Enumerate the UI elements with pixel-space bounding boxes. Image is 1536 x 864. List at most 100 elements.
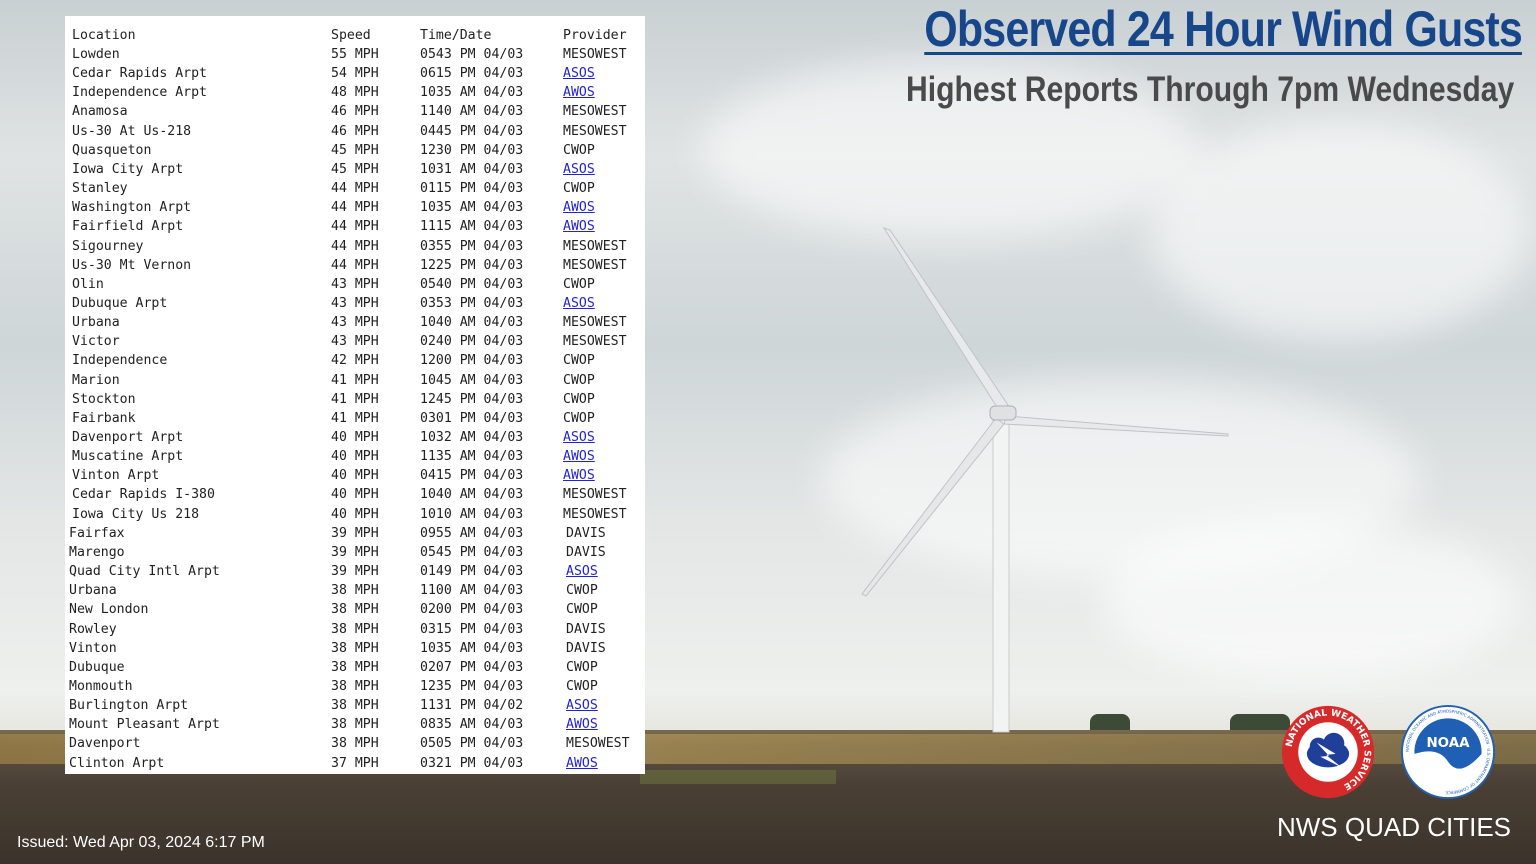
location-cell: New London — [69, 602, 149, 618]
provider-link[interactable]: ASOS — [563, 160, 595, 179]
location-cell: Quad City Intl Arpt — [69, 564, 220, 580]
provider-link[interactable]: AWOS — [563, 83, 595, 102]
time-date-cell: 1031 AM 04/03 — [420, 161, 524, 177]
table-row: Washington Arpt 44 MPH 1035 AM 04/03 AWOS — [65, 198, 645, 217]
location-cell: Urbana — [72, 315, 120, 331]
time-date-cell: 1035 AM 04/03 — [420, 640, 524, 656]
time-date-cell: 0200 PM 04/03 — [420, 602, 524, 618]
provider-cell: DAVIS — [566, 544, 606, 560]
provider-cell: CWOP — [566, 583, 598, 599]
provider-link[interactable]: AWOS — [563, 466, 595, 485]
time-date-cell: 1235 PM 04/03 — [420, 678, 524, 694]
speed-cell: 38 MPH — [331, 698, 379, 714]
location-cell: Vinton — [69, 640, 117, 656]
time-date-cell: 1010 AM 04/03 — [420, 506, 524, 522]
table-row: Marion 41 MPH 1045 AM 04/03 CWOP — [65, 371, 645, 390]
speed-cell: 40 MPH — [331, 468, 379, 484]
provider-cell: CWOP — [563, 372, 595, 388]
table-row: Davenport Arpt 40 MPH 1032 AM 04/03 ASOS — [65, 428, 645, 447]
location-cell: Monmouth — [69, 678, 133, 694]
table-row: Fairbank 41 MPH 0301 PM 04/03 CWOP — [65, 409, 645, 428]
location-cell: Clinton Arpt — [69, 755, 165, 771]
location-cell: Iowa City Arpt — [72, 161, 184, 177]
time-date-cell: 1035 AM 04/03 — [420, 85, 524, 101]
provider-link[interactable]: AWOS — [566, 715, 598, 734]
speed-cell: 37 MPH — [331, 755, 379, 771]
speed-cell: 48 MPH — [331, 85, 379, 101]
provider-link[interactable]: ASOS — [563, 64, 595, 83]
speed-cell: 43 MPH — [331, 334, 379, 350]
column-header-provider: Provider — [563, 28, 627, 43]
table-row: Burlington Arpt 38 MPH 1131 PM 04/02 ASOS — [65, 696, 645, 715]
speed-cell: 43 MPH — [331, 276, 379, 292]
table-row: Independence Arpt 48 MPH 1035 AM 04/03 AWOS — [65, 83, 645, 102]
table-row: Victor 43 MPH 0240 PM 04/03 MESOWEST — [65, 332, 645, 351]
wind-gust-table: Location Speed Time/Date Provider Lowden… — [65, 16, 645, 774]
speed-cell: 44 MPH — [331, 200, 379, 216]
location-cell: Us-30 Mt Vernon — [72, 257, 192, 273]
time-date-cell: 0835 AM 04/03 — [420, 717, 524, 733]
time-date-cell: 1245 PM 04/03 — [420, 391, 524, 407]
speed-cell: 38 MPH — [331, 736, 379, 752]
speed-cell: 42 MPH — [331, 353, 379, 369]
provider-link[interactable]: ASOS — [566, 562, 598, 581]
table-row: Sigourney 44 MPH 0355 PM 04/03 MESOWEST — [65, 237, 645, 256]
speed-cell: 41 MPH — [331, 372, 379, 388]
table-row: Us-30 Mt Vernon 44 MPH 1225 PM 04/03 MESOWE… — [65, 256, 645, 275]
table-row: Us-30 At Us-218 46 MPH 0445 PM 04/03 MESOWE… — [65, 122, 645, 141]
time-date-cell: 0445 PM 04/03 — [420, 123, 524, 139]
provider-link[interactable]: AWOS — [563, 217, 595, 236]
time-date-cell: 1032 AM 04/03 — [420, 430, 524, 445]
time-date-cell: 1045 AM 04/03 — [420, 372, 524, 388]
provider-cell: MESOWEST — [563, 104, 627, 120]
table-row: Cedar Rapids I-380 40 MPH 1040 AM 04/03 MES… — [65, 485, 645, 504]
time-date-cell: 0321 PM 04/03 — [420, 755, 524, 771]
time-date-cell: 1040 AM 04/03 — [420, 487, 524, 503]
provider-cell: MESOWEST — [563, 334, 627, 350]
table-row: Quad City Intl Arpt 39 MPH 0149 PM 04/03 AS… — [65, 562, 645, 581]
column-header-time-date: Time/Date — [420, 28, 492, 43]
column-header-location: Location — [72, 28, 136, 43]
provider-cell: MESOWEST — [563, 123, 627, 139]
location-cell: Stanley — [72, 181, 128, 197]
provider-cell: CWOP — [563, 181, 595, 197]
table-row: Lowden 55 MPH 0543 PM 04/03 MESOWEST — [65, 45, 645, 64]
speed-cell: 39 MPH — [331, 564, 379, 580]
provider-link[interactable]: AWOS — [563, 447, 595, 466]
location-cell: Mount Pleasant Arpt — [69, 717, 220, 733]
time-date-cell: 0955 AM 04/03 — [420, 525, 524, 541]
provider-link[interactable]: ASOS — [563, 294, 595, 313]
speed-cell: 43 MPH — [331, 295, 379, 311]
table-row: New London 38 MPH 0200 PM 04/03 CWOP — [65, 600, 645, 619]
provider-link[interactable]: ASOS — [563, 428, 595, 447]
provider-cell: MESOWEST — [563, 487, 627, 503]
provider-cell: CWOP — [563, 391, 595, 407]
time-date-cell: 0115 PM 04/03 — [420, 181, 524, 197]
provider-cell: CWOP — [566, 602, 598, 618]
noaa-logo: NOAA NATIONAL OCEANIC AND ATMOSPHERIC AD… — [1400, 704, 1496, 800]
time-date-cell: 0615 PM 04/03 — [420, 66, 524, 82]
speed-cell: 40 MPH — [331, 487, 379, 503]
column-header-speed: Speed — [331, 28, 371, 43]
table-row: Stockton 41 MPH 1245 PM 04/03 CWOP — [65, 390, 645, 409]
speed-cell: 44 MPH — [331, 257, 379, 273]
speed-cell: 38 MPH — [331, 583, 379, 599]
table-row: Olin 43 MPH 0540 PM 04/03 CWOP — [65, 275, 645, 294]
provider-link[interactable]: ASOS — [566, 696, 598, 715]
speed-cell: 40 MPH — [331, 449, 379, 465]
table-row: Quasqueton 45 MPH 1230 PM 04/03 CWOP — [65, 141, 645, 160]
time-date-cell: 0505 PM 04/03 — [420, 736, 524, 752]
location-cell: Vinton Arpt — [72, 468, 160, 484]
time-date-cell: 1140 AM 04/03 — [420, 104, 524, 120]
table-row: Vinton Arpt 40 MPH 0415 PM 04/03 AWOS — [65, 466, 645, 485]
nws-logo: NATIONAL WEATHER SERVICE — [1281, 705, 1375, 799]
speed-cell: 55 MPH — [331, 47, 379, 62]
provider-link[interactable]: AWOS — [563, 198, 595, 217]
speed-cell: 54 MPH — [331, 66, 379, 82]
provider-cell: DAVIS — [566, 621, 606, 637]
table-row: Mount Pleasant Arpt 38 MPH 0835 AM 04/03 AW… — [65, 715, 645, 734]
table-row: Urbana 38 MPH 1100 AM 04/03 CWOP — [65, 581, 645, 600]
location-cell: Iowa City Us 218 — [72, 506, 200, 522]
provider-link[interactable]: AWOS — [566, 754, 598, 773]
location-cell: Fairbank — [72, 410, 136, 426]
